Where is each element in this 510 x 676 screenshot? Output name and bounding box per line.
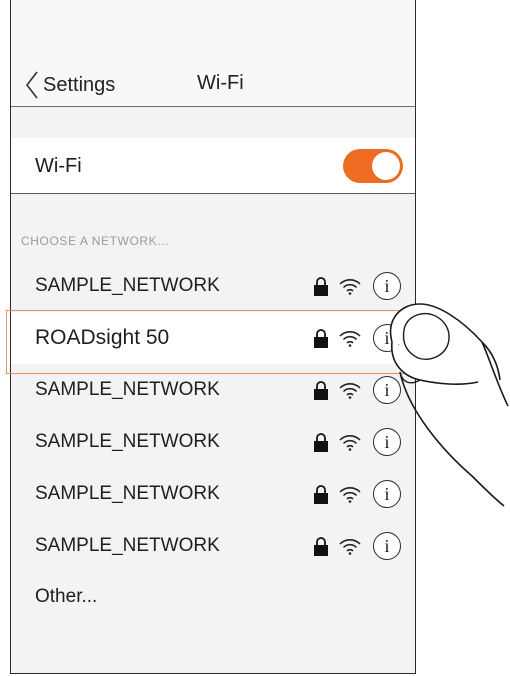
info-icon[interactable]: i: [373, 532, 401, 560]
other-network-row[interactable]: Other...: [11, 572, 415, 624]
toggle-knob: [372, 152, 400, 180]
page-title: Wi-Fi: [197, 72, 244, 94]
wifi-toggle-label: Wi-Fi: [35, 155, 82, 177]
wifi-signal-icon: [339, 331, 361, 347]
wifi-signal-icon: [339, 279, 361, 295]
wifi-signal-icon: [339, 383, 361, 399]
lock-icon: [314, 537, 328, 556]
wifi-signal-icon: [339, 435, 361, 451]
wifi-toggle-switch[interactable]: [343, 149, 403, 183]
lock-icon: [314, 485, 328, 504]
other-network-label: Other...: [35, 586, 98, 607]
back-button-label: Settings: [43, 73, 116, 96]
navigation-bar: Settings Wi-Fi: [11, 0, 415, 107]
network-name: SAMPLE_NETWORK: [35, 275, 220, 296]
network-row[interactable]: SAMPLE_NETWORK i: [11, 364, 415, 416]
network-name: SAMPLE_NETWORK: [35, 483, 220, 504]
info-icon[interactable]: i: [373, 480, 401, 508]
info-icon[interactable]: i: [373, 428, 401, 456]
network-row[interactable]: SAMPLE_NETWORK i: [11, 520, 415, 572]
lock-icon: [314, 433, 328, 452]
info-icon[interactable]: i: [373, 376, 401, 404]
choose-network-header: CHOOSE A NETWORK...: [21, 234, 170, 248]
chevron-left-icon: [25, 71, 38, 99]
network-name: SAMPLE_NETWORK: [35, 535, 220, 556]
network-row[interactable]: SAMPLE_NETWORK i: [11, 416, 415, 468]
network-row-selected[interactable]: ROADsight 50 i: [11, 312, 415, 364]
back-button[interactable]: Settings: [25, 70, 115, 100]
lock-icon: [314, 381, 328, 400]
network-list: SAMPLE_NETWORK i ROADsight 50 i SAMPLE_N…: [11, 260, 415, 624]
info-icon[interactable]: i: [373, 272, 401, 300]
wifi-signal-icon: [339, 487, 361, 503]
phone-screen: Settings Wi-Fi Wi-Fi CHOOSE A NETWORK...…: [10, 0, 416, 674]
network-name: SAMPLE_NETWORK: [35, 431, 220, 452]
network-name: ROADsight 50: [35, 326, 170, 349]
wifi-signal-icon: [339, 539, 361, 555]
info-icon[interactable]: i: [373, 324, 401, 352]
network-row[interactable]: SAMPLE_NETWORK i: [11, 260, 415, 312]
network-name: SAMPLE_NETWORK: [35, 379, 220, 400]
wifi-toggle-row: Wi-Fi: [11, 138, 415, 194]
network-row[interactable]: SAMPLE_NETWORK i: [11, 468, 415, 520]
lock-icon: [314, 329, 328, 348]
lock-icon: [314, 277, 328, 296]
